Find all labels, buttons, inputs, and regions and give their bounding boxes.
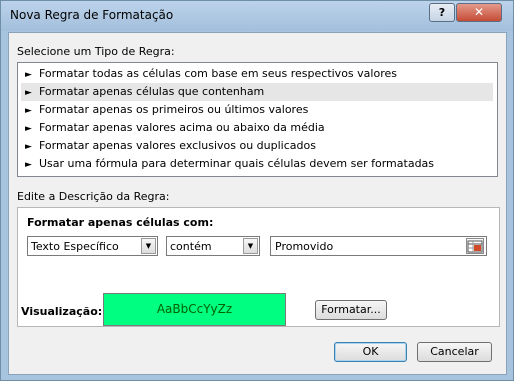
rule-type-heading: Selecione um Tipo de Regra:	[17, 45, 175, 58]
dialog-window: Nova Regra de Formatação ? ✕ Selecione u…	[0, 0, 514, 381]
chevron-down-icon[interactable]: ▼	[243, 238, 258, 254]
rule-type-item[interactable]: ► Formatar apenas valores acima ou abaixo…	[21, 119, 493, 137]
operator-select[interactable]: contém ▼	[166, 236, 260, 256]
operator-value: contém	[170, 240, 212, 253]
help-button[interactable]: ?	[429, 3, 455, 22]
value-text: Promovido	[275, 240, 334, 253]
arrow-right-icon: ►	[25, 142, 32, 152]
rule-type-item-label: Formatar todas as células com base em se…	[39, 67, 397, 80]
dialog-body: Selecione um Tipo de Regra: ► Formatar to…	[8, 32, 507, 375]
format-cells-heading: Formatar apenas células com:	[27, 216, 214, 229]
title-bar[interactable]: Nova Regra de Formatação ? ✕	[1, 1, 513, 31]
close-button[interactable]: ✕	[456, 3, 502, 22]
format-button[interactable]: Formatar...	[315, 300, 387, 320]
range-selector-icon[interactable]	[466, 238, 484, 254]
rule-type-item[interactable]: ► Usar uma fórmula para determinar quais …	[21, 155, 493, 173]
arrow-right-icon: ►	[25, 124, 32, 134]
condition-type-select[interactable]: Texto Específico ▼	[27, 236, 158, 256]
rule-type-list[interactable]: ► Formatar todas as células com base em s…	[17, 62, 498, 177]
rule-type-item-selected[interactable]: ► Formatar apenas células que contenham	[21, 83, 493, 101]
ok-button[interactable]: OK	[334, 342, 407, 362]
rule-type-item-label: Usar uma fórmula para determinar quais c…	[39, 157, 435, 170]
condition-type-value: Texto Específico	[31, 240, 119, 253]
arrow-right-icon: ►	[25, 106, 32, 116]
dialog-title: Nova Regra de Formatação	[10, 8, 174, 22]
arrow-right-icon: ►	[25, 88, 32, 98]
rule-type-item[interactable]: ► Formatar apenas os primeiros ou últimos…	[21, 101, 493, 119]
rule-type-item-label: Formatar apenas os primeiros ou últimos …	[39, 103, 309, 116]
cancel-button[interactable]: Cancelar	[417, 342, 492, 362]
chevron-down-icon[interactable]: ▼	[141, 238, 156, 254]
rule-type-item-label: Formatar apenas valores exclusivos ou du…	[39, 139, 316, 152]
rule-type-item[interactable]: ► Formatar apenas valores exclusivos ou d…	[21, 137, 493, 155]
preview-label: Visualização:	[21, 305, 103, 318]
rule-type-item[interactable]: ► Formatar todas as células com base em s…	[21, 65, 493, 83]
arrow-right-icon: ►	[25, 70, 32, 80]
arrow-right-icon: ►	[25, 160, 32, 170]
value-input[interactable]: Promovido	[270, 236, 487, 256]
rule-type-item-label: Formatar apenas células que contenham	[39, 85, 265, 98]
rule-type-item-label: Formatar apenas valores acima ou abaixo …	[39, 121, 325, 134]
format-preview: AaBbCcYyZz	[103, 293, 286, 326]
description-heading: Edite a Descrição da Regra:	[17, 190, 170, 203]
